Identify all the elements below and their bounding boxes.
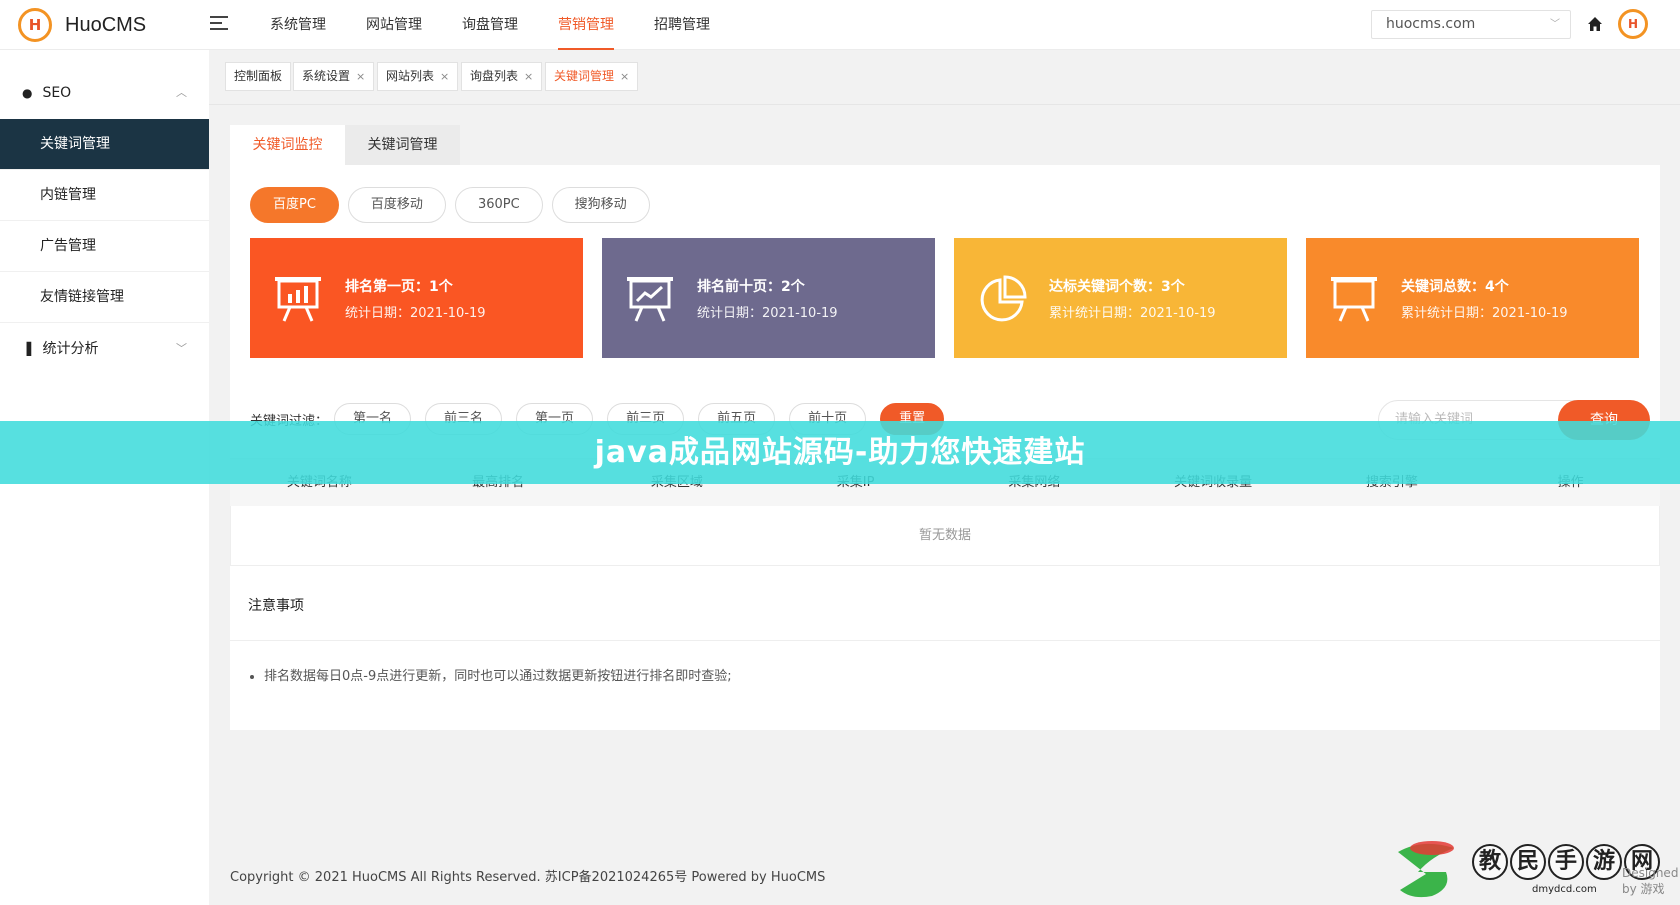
stat-card-title: 达标关键词个数：3个	[1049, 279, 1185, 295]
sidebar-item-keywords[interactable]: 关键词管理	[0, 119, 209, 170]
watermark-logo-icon	[1398, 841, 1454, 898]
app-name: HuoCMS	[65, 13, 147, 36]
tab-label: 系统设置	[302, 69, 351, 83]
stat-card-title: 排名前十页：2个	[697, 279, 805, 295]
search-icon: ●	[22, 86, 33, 100]
tab-label: 关键词管理	[554, 69, 615, 83]
stat-card-date: 累计统计日期：2021-10-19	[1401, 306, 1568, 321]
footer-copyright: Copyright © 2021 HuoCMS All Rights Reser…	[230, 870, 826, 885]
watermark-char: 民	[1510, 844, 1546, 880]
chevron-up-icon: ︿	[176, 86, 187, 99]
stat-card-top-ten: 排名前十页：2个 统计日期：2021-10-19	[602, 238, 935, 358]
tab-dashboard[interactable]: 控制面板	[225, 62, 292, 91]
tab-keyword-management[interactable]: 关键词管理 ×	[545, 62, 639, 91]
watermark-domain: dmydcd.com	[1532, 884, 1597, 895]
sub-tabs: 关键词监控 关键词管理	[230, 125, 460, 165]
close-icon[interactable]: ×	[356, 70, 365, 83]
topnav-item-website[interactable]: 网站管理	[346, 0, 442, 50]
engine-baidu-pc[interactable]: 百度PC	[250, 187, 339, 223]
stat-card-title: 关键词总数：4个	[1401, 279, 1509, 295]
tab-inquiry-list[interactable]: 询盘列表 ×	[461, 62, 543, 91]
topnav-item-marketing[interactable]: 营销管理	[538, 0, 634, 50]
presentation-line-icon	[627, 277, 673, 322]
table-empty-state: 暂无数据	[230, 506, 1660, 566]
user-avatar[interactable]: H	[1618, 9, 1648, 39]
stat-card-title: 排名第一页：1个	[345, 279, 453, 295]
subtab-keyword-monitor[interactable]: 关键词监控	[230, 125, 345, 165]
top-header: H HuoCMS 系统管理 网站管理 询盘管理 营销管理 招聘管理 huocms…	[0, 0, 1680, 50]
top-nav: 系统管理 网站管理 询盘管理 营销管理 招聘管理	[250, 0, 730, 50]
stat-card-first-page: 排名第一页：1个 统计日期：2021-10-19	[250, 238, 583, 358]
subtab-keyword-manage[interactable]: 关键词管理	[345, 125, 460, 165]
sidebar-group-seo[interactable]: ● SEO ︿	[0, 67, 209, 119]
watermark-char: 游	[1586, 844, 1622, 880]
tab-label: 网站列表	[386, 69, 435, 83]
stat-card-qualified: 达标关键词个数：3个 累计统计日期：2021-10-19	[954, 238, 1287, 358]
chevron-down-icon: ﹀	[176, 342, 187, 355]
tab-website-list[interactable]: 网站列表 ×	[377, 62, 459, 91]
engine-selector: 百度PC 百度移动 360PC 搜狗移动	[250, 187, 659, 223]
close-icon[interactable]: ×	[524, 70, 533, 83]
home-icon[interactable]	[1587, 16, 1603, 32]
close-icon[interactable]: ×	[440, 70, 449, 83]
topnav-item-system[interactable]: 系统管理	[250, 0, 346, 50]
watermark-char: 手	[1548, 844, 1584, 880]
sidebar-item-ads[interactable]: 广告管理	[0, 221, 209, 272]
topnav-item-inquiry[interactable]: 询盘管理	[442, 0, 538, 50]
presentation-bar-icon	[275, 277, 321, 322]
open-tabs: 控制面板 系统设置 × 网站列表 × 询盘列表 × 关键词管理 ×	[209, 50, 1680, 105]
pie-chart-icon	[980, 275, 1027, 322]
watermark: 教 民 手 游 网 Designed by 游戏 dmydcd.com	[1392, 838, 1678, 900]
engine-360-pc[interactable]: 360PC	[454, 187, 543, 223]
site-select[interactable]: huocms.com ﹀	[1371, 10, 1571, 39]
bar-chart-icon: ▐	[22, 342, 32, 356]
tab-label: 询盘列表	[470, 69, 519, 83]
app-logo[interactable]: H HuoCMS	[18, 8, 146, 42]
tab-label: 控制面板	[234, 69, 283, 83]
site-select-value: huocms.com	[1386, 16, 1476, 32]
sidebar-group-label: SEO	[42, 85, 72, 101]
sidebar-group-label: 统计分析	[42, 341, 99, 357]
sidebar-item-internal-links[interactable]: 内链管理	[0, 170, 209, 221]
stat-card-date: 统计日期：2021-10-19	[345, 306, 486, 321]
sidebar-item-friend-links[interactable]: 友情链接管理	[0, 272, 209, 323]
tab-system-settings[interactable]: 系统设置 ×	[293, 62, 375, 91]
stat-card-date: 累计统计日期：2021-10-19	[1049, 306, 1216, 321]
board-icon	[1331, 277, 1377, 322]
notes-section: 注意事项 排名数据每日0点-9点进行更新，同时也可以通过数据更新按钮进行排名即时…	[230, 571, 1660, 684]
stat-card-total: 关键词总数：4个 累计统计日期：2021-10-19	[1306, 238, 1639, 358]
watermark-design-credit: Designed by 游戏	[1622, 866, 1679, 896]
notes-list: 排名数据每日0点-9点进行更新，同时也可以通过数据更新按钮进行排名即时查验;	[230, 641, 1660, 684]
overlay-banner: java成品网站源码-助力您快速建站	[0, 421, 1680, 484]
menu-toggle-icon[interactable]	[210, 16, 228, 32]
close-icon[interactable]: ×	[620, 70, 629, 83]
chevron-down-icon: ﹀	[1550, 19, 1560, 30]
logo-mark-icon: H	[18, 8, 52, 42]
notes-item: 排名数据每日0点-9点进行更新，同时也可以通过数据更新按钮进行排名即时查验;	[264, 665, 1660, 684]
engine-sogou-mobile[interactable]: 搜狗移动	[551, 187, 650, 223]
stat-card-date: 统计日期：2021-10-19	[697, 306, 838, 321]
notes-title: 注意事项	[230, 571, 1660, 641]
sidebar-group-stats[interactable]: ▐ 统计分析 ﹀	[0, 323, 209, 375]
stat-cards: 排名第一页：1个 统计日期：2021-10-19 排名前十页：2个 统计日期：2…	[250, 238, 1639, 358]
engine-baidu-mobile[interactable]: 百度移动	[347, 187, 446, 223]
watermark-char: 教	[1472, 844, 1508, 880]
topnav-item-recruit[interactable]: 招聘管理	[634, 0, 730, 50]
